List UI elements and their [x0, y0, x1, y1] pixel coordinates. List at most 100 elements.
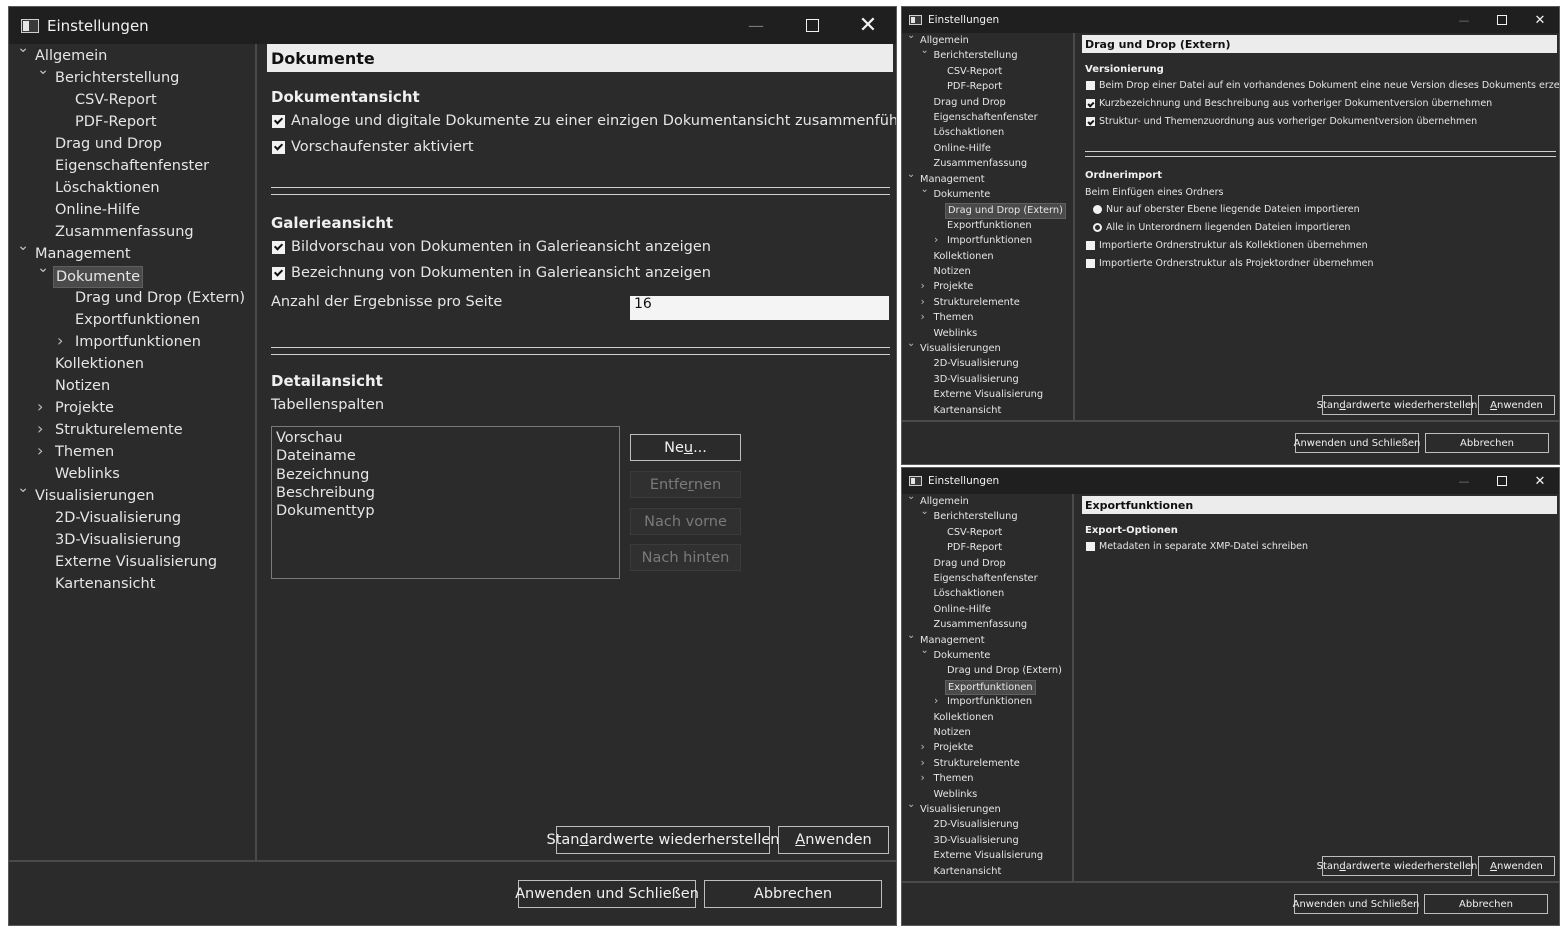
nav-item-2d-visualisierung[interactable]: 2D-Visualisierung [902, 357, 1073, 372]
merge-documents-checkbox[interactable] [272, 114, 285, 128]
nav-item-exportfunktionen[interactable]: Exportfunktionen [902, 219, 1073, 234]
list-item[interactable]: Bezeichnung [276, 466, 615, 484]
table-columns-list[interactable]: Vorschau Dateiname Bezeichnung Beschreibung… [271, 426, 620, 579]
chevron-right-icon[interactable]: › [934, 233, 938, 246]
restore-defaults-button[interactable]: Stan d ardwerte wiederherstellen [1317, 856, 1477, 876]
title-bar[interactable]: Einstellungen — ✕ [902, 7, 1559, 33]
chevron-down-icon[interactable]: ⌄ [921, 45, 929, 56]
nav-item-online-hilfe[interactable]: Online-Hilfe [9, 200, 255, 222]
as-collections-checkbox-row[interactable]: Importierte Ordnerstruktur als Kollektio… [1086, 240, 1368, 251]
chevron-down-icon[interactable]: ⌄ [907, 799, 915, 810]
apply-and-close-button[interactable]: Anwenden und Schließen [515, 880, 699, 908]
nav-item-strukturelemente[interactable]: › Strukturelemente [902, 295, 1073, 311]
move-back-button[interactable]: Nach hinten [630, 544, 741, 571]
restore-defaults-button[interactable]: Stan d ardwerte wiederherstellen [547, 826, 780, 854]
chevron-down-icon[interactable]: ⌄ [907, 338, 915, 349]
nav-item-berichterstellung[interactable]: ⌄ Berichterstellung [9, 62, 255, 90]
minimize-icon[interactable]: — [1445, 468, 1483, 494]
new-column-button[interactable]: Ne u... [630, 434, 741, 461]
list-item[interactable]: Dokumenttyp [276, 502, 615, 520]
chevron-right-icon[interactable]: › [921, 279, 925, 292]
nav-item-online-hilfe[interactable]: Online-Hilfe [902, 603, 1072, 618]
chevron-down-icon[interactable]: ⌄ [17, 238, 29, 254]
move-forward-button[interactable]: Nach vorne [630, 508, 741, 535]
chevron-right-icon[interactable]: › [921, 740, 925, 753]
results-per-page-input[interactable]: 16 [630, 296, 889, 320]
nav-item-drag-und-drop[interactable]: Drag und Drop [9, 134, 255, 156]
nav-item-pdf-report[interactable]: PDF-Report [902, 80, 1073, 95]
nav-item-notizen[interactable]: Notizen [902, 726, 1072, 741]
nav-item-eigenschaftenfenster[interactable]: Eigenschaftenfenster [902, 572, 1072, 587]
chevron-down-icon[interactable]: ⌄ [907, 169, 915, 180]
nav-item-drag-und-drop-extern[interactable]: Drag und Drop (Extern) [902, 203, 1073, 219]
chevron-down-icon[interactable]: ⌄ [921, 184, 929, 195]
list-item[interactable]: Beschreibung [276, 484, 615, 502]
nav-item-kartenansicht[interactable]: Kartenansicht [9, 574, 255, 596]
nav-item-csv-report[interactable]: CSV-Report [902, 65, 1073, 80]
nav-item-online-hilfe[interactable]: Online-Hilfe [902, 142, 1073, 157]
nav-item-themen[interactable]: › Themen [9, 441, 255, 464]
as-project-folder-checkbox-row[interactable]: Importierte Ordnerstruktur als Projektor… [1086, 258, 1374, 269]
nav-item-themen[interactable]: › Themen [902, 310, 1073, 326]
chevron-down-icon[interactable]: ⌄ [907, 30, 915, 41]
new-version-checkbox-row[interactable]: Beim Drop einer Datei auf ein vorhandene… [1086, 80, 1559, 91]
nav-item-2d-visualisierung[interactable]: 2D-Visualisierung [9, 508, 255, 530]
chevron-down-icon[interactable]: ⌄ [17, 480, 29, 496]
nav-item-strukturelemente[interactable]: › Strukturelemente [9, 419, 255, 442]
cancel-button[interactable]: Abbrechen [704, 880, 882, 908]
chevron-right-icon[interactable]: › [57, 331, 63, 350]
nav-item-notizen[interactable]: Notizen [902, 265, 1073, 280]
nav-item-dokumente[interactable]: ⌄ Dokumente [902, 184, 1073, 203]
nav-item-importfunktionen[interactable]: › Importfunktionen [902, 694, 1072, 710]
nav-item-exportfunktionen[interactable]: Exportfunktionen [9, 310, 255, 332]
nav-item-eigenschaftenfenster[interactable]: Eigenschaftenfenster [902, 111, 1073, 126]
nav-item-weblinks[interactable]: Weblinks [902, 788, 1072, 803]
gallery-preview-checkbox-row[interactable]: Bildvorschau von Dokumenten in Galeriean… [272, 239, 711, 255]
copy-title-checkbox[interactable] [1086, 99, 1095, 108]
nav-item-strukturelemente[interactable]: › Strukturelemente [902, 756, 1072, 772]
list-item[interactable]: Dateiname [276, 447, 615, 465]
maximize-icon[interactable] [1483, 468, 1521, 494]
nav-item-kollektionen[interactable]: Kollektionen [9, 354, 255, 376]
nav-item-zusammenfassung[interactable]: Zusammenfassung [902, 157, 1073, 172]
minimize-icon[interactable]: — [1445, 7, 1483, 33]
nav-item-weblinks[interactable]: Weblinks [9, 464, 255, 486]
maximize-icon[interactable] [1483, 7, 1521, 33]
top-level-radio-row[interactable]: Nur auf oberster Ebene liegende Dateien … [1093, 204, 1360, 215]
nav-item-notizen[interactable]: Notizen [9, 376, 255, 398]
close-icon[interactable]: ✕ [840, 7, 896, 44]
gallery-title-checkbox-row[interactable]: Bezeichnung von Dokumenten in Galerieans… [272, 265, 711, 281]
chevron-down-icon[interactable]: ⌄ [921, 645, 929, 656]
nav-item-2d-visualisierung[interactable]: 2D-Visualisierung [902, 818, 1072, 833]
maximize-icon[interactable] [784, 7, 840, 44]
chevron-down-icon[interactable]: ⌄ [921, 506, 929, 517]
new-version-checkbox[interactable] [1086, 81, 1095, 90]
nav-item-kartenansicht[interactable]: Kartenansicht [902, 404, 1073, 419]
title-bar[interactable]: Einstellungen — ✕ [9, 7, 896, 44]
merge-documents-checkbox-row[interactable]: Analoge und digitale Dokumente zu einer … [272, 113, 896, 129]
nav-item-löschaktionen[interactable]: Löschaktionen [902, 126, 1073, 141]
chevron-right-icon[interactable]: › [37, 419, 43, 438]
nav-item-dokumente[interactable]: ⌄ Dokumente [9, 260, 255, 288]
nav-item-kollektionen[interactable]: Kollektionen [902, 711, 1072, 726]
apply-button[interactable]: Anwenden [1478, 856, 1555, 876]
nav-item-externe-visualisierung[interactable]: Externe Visualisierung [902, 388, 1073, 403]
apply-and-close-button[interactable]: Anwenden und Schließen [1293, 894, 1419, 914]
nav-item-dokumente[interactable]: ⌄ Dokumente [902, 645, 1072, 664]
nav-item-löschaktionen[interactable]: Löschaktionen [9, 178, 255, 200]
nav-item-kartenansicht[interactable]: Kartenansicht [902, 865, 1072, 880]
chevron-right-icon[interactable]: › [934, 694, 938, 707]
nav-item-themen[interactable]: › Themen [902, 771, 1072, 787]
copy-structure-checkbox-row[interactable]: Struktur- und Themenzuordnung aus vorher… [1086, 116, 1477, 127]
title-bar[interactable]: Einstellungen — ✕ [902, 468, 1559, 494]
nav-item-kollektionen[interactable]: Kollektionen [902, 250, 1073, 265]
nav-item-3d-visualisierung[interactable]: 3D-Visualisierung [9, 530, 255, 552]
nav-item-importfunktionen[interactable]: › Importfunktionen [9, 331, 255, 354]
nav-item-3d-visualisierung[interactable]: 3D-Visualisierung [902, 373, 1073, 388]
copy-title-checkbox-row[interactable]: Kurzbezeichnung und Beschreibung aus vor… [1086, 98, 1492, 109]
nav-item-externe-visualisierung[interactable]: Externe Visualisierung [902, 849, 1072, 864]
copy-structure-checkbox[interactable] [1086, 117, 1095, 126]
subfolder-radio-row[interactable]: Alle in Unterordnern liegenden Dateien i… [1093, 222, 1350, 233]
preview-window-checkbox-row[interactable]: Vorschaufenster aktiviert [272, 139, 474, 155]
gallery-preview-checkbox[interactable] [272, 240, 285, 254]
